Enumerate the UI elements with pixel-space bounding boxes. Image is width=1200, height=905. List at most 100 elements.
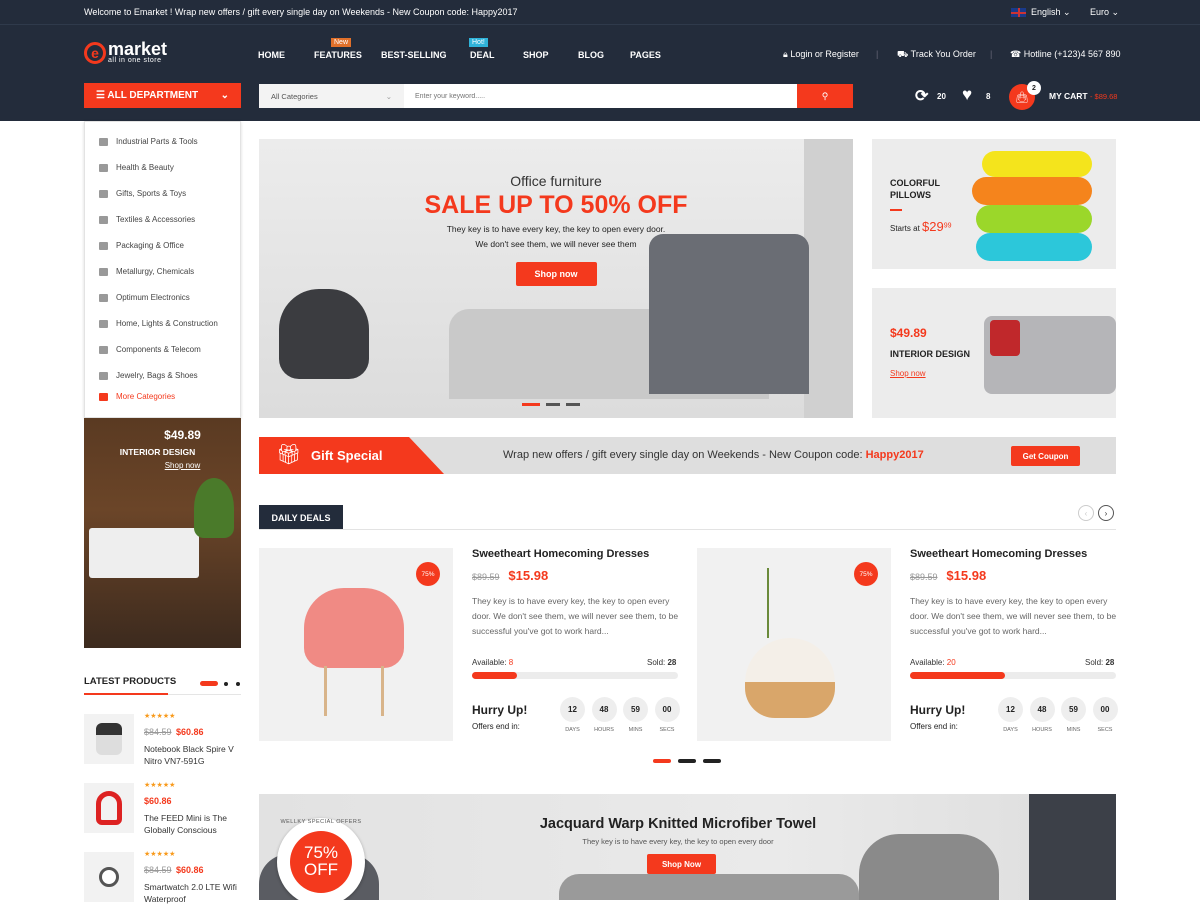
promo-interior[interactable]: $49.89 INTERIOR DESIGN Shop now	[872, 288, 1116, 418]
headphones-image	[84, 783, 134, 833]
get-coupon-button[interactable]: Get Coupon	[1011, 446, 1080, 466]
progress-fill	[472, 672, 518, 679]
dept-item-electronics[interactable]: Optimum Electronics	[99, 293, 190, 302]
deal-description: They key is to have every key, the key t…	[910, 596, 1117, 636]
promo-title: INTERIOR DESIGN	[890, 349, 971, 359]
flask-icon	[99, 267, 108, 276]
nav-best-selling[interactable]: BEST-SELLING	[381, 50, 447, 60]
login-link[interactable]: 🔒︎ Login or Register	[783, 49, 859, 60]
search-input[interactable]	[404, 84, 797, 108]
all-department-button[interactable]: ☰ ALL DEPARTMENT ⌄	[84, 83, 241, 108]
nav-blog[interactable]: BLOG	[578, 50, 604, 60]
dept-item-gifts[interactable]: Gifts, Sports & Toys	[99, 189, 186, 198]
dept-item-health[interactable]: Health & Beauty	[99, 163, 174, 172]
category-select[interactable]: All Categories ⌄	[259, 84, 404, 108]
nav-shop[interactable]: SHOP	[523, 50, 549, 60]
dept-label: Packaging & Office	[116, 241, 184, 250]
new-badge: New	[331, 38, 352, 47]
countdown-unit: DAYS	[1003, 727, 1018, 733]
next-arrow-button[interactable]: ›	[1098, 505, 1114, 521]
available-label: Available:	[472, 658, 507, 667]
hurry-up-label: Hurry Up!	[472, 703, 528, 717]
promo-title-1: COLORFUL	[890, 178, 940, 188]
carousel-dot[interactable]	[236, 682, 240, 686]
rating-stars: ★★★★★	[144, 782, 176, 789]
starts-at-label: Starts at	[890, 224, 920, 233]
countdown-value: 12	[560, 697, 585, 722]
carousel-dot-active[interactable]	[200, 681, 218, 686]
search-button[interactable]: ⚲	[797, 84, 853, 108]
hotline: ☎ Hotline (+123)4 567 890	[1010, 49, 1121, 60]
nav-pages[interactable]: PAGES	[630, 50, 661, 60]
chevron-down-icon: ⌄	[1063, 7, 1071, 17]
hurry-up-label: Hurry Up!	[910, 703, 966, 717]
logo[interactable]: e market all in one store	[84, 40, 167, 64]
heart-icon[interactable]: ♥	[962, 85, 972, 105]
latest-item[interactable]: ★★★★★ $84.59 $60.86 Smartwatch 2.0 LTE W…	[84, 851, 237, 904]
cart-total: - $89.68	[1089, 92, 1118, 101]
slider-dot[interactable]	[546, 403, 560, 406]
more-categories-link[interactable]: More Categories	[99, 392, 175, 401]
carousel-dot[interactable]	[224, 682, 228, 686]
hero-line2: We don't see them, we will never see the…	[475, 239, 637, 249]
camera-icon	[99, 293, 108, 302]
deal-title[interactable]: Sweetheart Homecoming Dresses	[472, 548, 649, 560]
old-price: $89.59	[910, 572, 938, 582]
banner-shop-now-button[interactable]: Shop Now	[647, 854, 716, 874]
countdown-unit: HOURS	[594, 727, 614, 733]
dept-label: Gifts, Sports & Toys	[116, 189, 187, 198]
offers-end-label: Offers end in:	[472, 722, 520, 731]
slider-dot-active[interactable]	[522, 403, 540, 406]
dept-item-packaging[interactable]: Packaging & Office	[99, 241, 184, 250]
gift-text: Wrap new offers / gift every single day …	[503, 449, 924, 461]
side-banner-link[interactable]: Shop now	[124, 461, 241, 470]
armchair-image	[279, 289, 369, 379]
language-select[interactable]: English ⌄	[1031, 7, 1071, 18]
product-name[interactable]: The FEED Mini is The Globally Conscious	[144, 812, 244, 836]
title-underline	[84, 693, 168, 695]
nav-deal[interactable]: DEAL	[470, 50, 495, 60]
dept-item-metallurgy[interactable]: Metallurgy, Chemicals	[99, 267, 194, 276]
deal-card: 75% Sweetheart Homecoming Dresses $89.59…	[697, 548, 1118, 743]
slider-dot[interactable]	[566, 403, 580, 406]
countdown-value: 48	[1029, 697, 1055, 722]
deals-dot[interactable]	[703, 759, 721, 763]
dept-label: Optimum Electronics	[116, 293, 190, 302]
deals-dot[interactable]	[678, 759, 696, 763]
promo-pillows[interactable]: COLORFUL PILLOWS Starts at $2999	[872, 139, 1116, 269]
deals-dot-active[interactable]	[653, 759, 671, 763]
countdown-value: 00	[1092, 697, 1118, 722]
dept-item-home[interactable]: Home, Lights & Construction	[99, 319, 218, 328]
plant-image	[194, 478, 234, 538]
hero-slider[interactable]: Office furniture SALE UP TO 50% OFF They…	[259, 139, 853, 418]
product-name[interactable]: Notebook Black Spire V Nitro VN7-591G	[144, 743, 244, 767]
dept-label: Metallurgy, Chemicals	[116, 267, 195, 276]
my-cart-link[interactable]: MY CART - $89.68	[1049, 91, 1117, 101]
side-banner[interactable]: $49.89 INTERIOR DESIGN Shop now	[84, 418, 241, 648]
rating-stars: ★★★★★	[144, 851, 176, 858]
dept-item-components[interactable]: Components & Telecom	[99, 345, 201, 354]
nav-home[interactable]: HOME	[258, 50, 285, 60]
compare-icon[interactable]: ⟳	[915, 86, 928, 106]
header: e market all in one store HOME FEATURES …	[0, 25, 1200, 121]
price: $60.86	[144, 796, 172, 806]
currency-select[interactable]: Euro ⌄	[1090, 7, 1119, 18]
hot-badge: Hot!	[469, 38, 488, 47]
blanket-image	[559, 874, 859, 900]
textile-icon	[99, 215, 108, 224]
latest-item[interactable]: ★★★★★ $84.59 $60.86 Notebook Black Spire…	[84, 713, 234, 766]
dept-item-industrial[interactable]: Industrial Parts & Tools	[99, 137, 198, 146]
bottom-banner[interactable]: 75% OFF WELLKY SPECIAL OFFERS Jacquard Wa…	[259, 794, 1116, 900]
deal-title[interactable]: Sweetheart Homecoming Dresses	[910, 548, 1087, 560]
hero-shop-now-button[interactable]: Shop now	[515, 262, 597, 286]
dept-item-textiles[interactable]: Textiles & Accessories	[99, 215, 195, 224]
prev-arrow-button[interactable]: ‹	[1078, 505, 1094, 521]
plus-icon	[99, 392, 108, 401]
latest-item[interactable]: ★★★★★ $60.86 The FEED Mini is The Global…	[84, 782, 227, 835]
promo-link[interactable]: Shop now	[890, 369, 926, 378]
track-order-link[interactable]: ⛟ Track You Order	[897, 49, 976, 61]
bag-icon	[99, 371, 108, 380]
product-name[interactable]: Smartwatch 2.0 LTE Wifi Waterproof	[144, 881, 244, 905]
nav-features[interactable]: FEATURES	[314, 50, 362, 60]
dept-item-jewelry[interactable]: Jewelry, Bags & Shoes	[99, 371, 198, 380]
